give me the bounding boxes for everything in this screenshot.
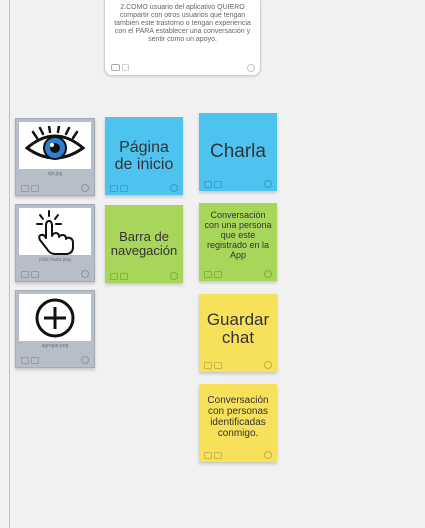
sticky-note-text: Barra de navegación — [110, 229, 178, 258]
sticky-note-text: Página de inicio — [114, 139, 174, 173]
image-caption: ojo.jpg — [47, 171, 63, 177]
card-footer-icons[interactable] — [21, 271, 39, 278]
image-card-pointer[interactable]: click hada.png — [15, 204, 95, 282]
user-story-card[interactable]: 2.COMO usuario del aplicativo QUIERO com… — [104, 0, 261, 76]
image-card-add[interactable]: agregar.png — [15, 290, 95, 368]
card-footer-icons[interactable] — [204, 362, 222, 369]
user-story-text: 2.COMO usuario del aplicativo QUIERO com… — [114, 4, 251, 43]
sticky-note-identified[interactable]: Conversación con personas identificadas … — [199, 384, 277, 462]
sticky-note-text: Conversación con personas identificadas … — [207, 395, 269, 439]
eye-icon — [24, 125, 86, 160]
card-footer-icons[interactable] — [204, 452, 222, 459]
image-card-eye[interactable]: ojo.jpg — [15, 118, 95, 196]
image-thumbnail — [19, 294, 91, 341]
card-footer-icons[interactable] — [204, 181, 222, 188]
check-icon[interactable] — [170, 184, 178, 192]
card-footer-icons[interactable] — [204, 271, 222, 278]
card-footer-icons[interactable] — [21, 357, 39, 364]
check-icon[interactable] — [264, 270, 272, 278]
sticky-note-text: Guardar chat — [206, 310, 270, 347]
check-icon[interactable] — [264, 361, 272, 369]
sticky-note-navbar[interactable]: Barra de navegación — [105, 205, 183, 283]
check-icon[interactable] — [81, 270, 89, 278]
board-guide-line — [9, 0, 10, 528]
sticky-note-home[interactable]: Página de inicio — [105, 117, 183, 195]
check-icon[interactable] — [264, 451, 272, 459]
check-icon[interactable] — [170, 272, 178, 280]
image-thumbnail — [19, 122, 91, 169]
check-icon[interactable] — [264, 180, 272, 188]
sticky-note-save-chat[interactable]: Guardar chat — [199, 294, 277, 372]
card-footer-icons[interactable] — [110, 185, 128, 192]
sticky-note-text: Charla — [210, 141, 266, 162]
sticky-note-chat[interactable]: Charla — [199, 113, 277, 191]
image-thumbnail — [19, 208, 91, 255]
pointer-hand-icon — [36, 209, 74, 255]
card-footer-icons[interactable] — [110, 273, 128, 280]
sticky-note-conversation[interactable]: Conversación con una persona que este re… — [199, 203, 277, 281]
check-icon[interactable] — [81, 184, 89, 192]
add-circle-icon — [35, 298, 75, 337]
image-caption: click hada.png — [39, 257, 71, 263]
check-icon[interactable] — [247, 64, 255, 72]
comment-icon[interactable] — [111, 64, 129, 71]
card-footer-icons[interactable] — [21, 185, 39, 192]
sticky-note-text: Conversación con una persona que este re… — [204, 210, 272, 260]
image-caption: agregar.png — [41, 343, 69, 349]
check-icon[interactable] — [81, 356, 89, 364]
